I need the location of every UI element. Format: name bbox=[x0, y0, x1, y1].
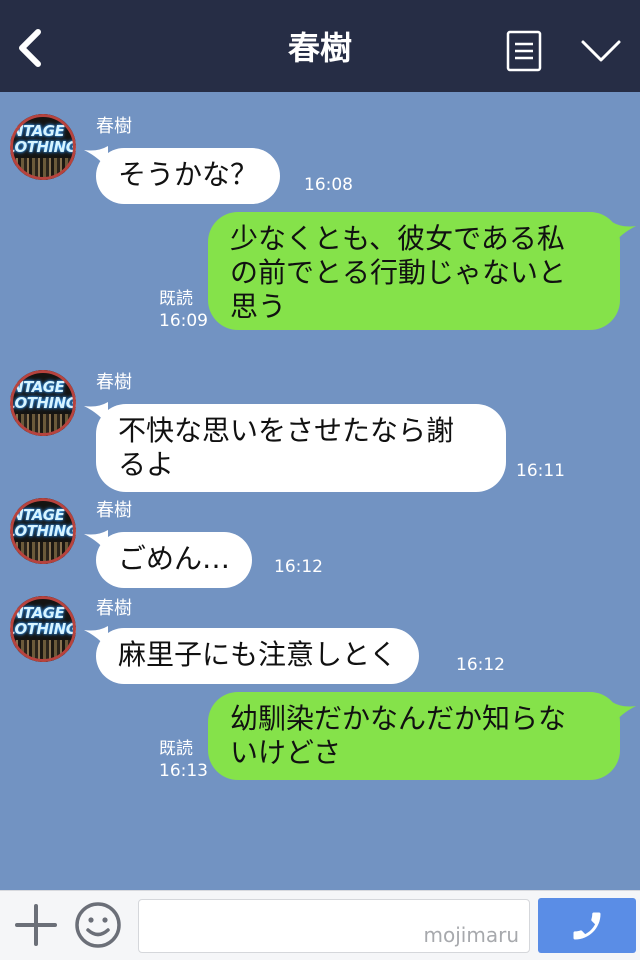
message-time: 16:08 bbox=[304, 175, 353, 195]
sender-name: 春樹 bbox=[96, 116, 132, 137]
smiley-icon bbox=[75, 902, 121, 948]
chevron-down-icon bbox=[581, 40, 621, 62]
chat-header: 春樹 bbox=[0, 0, 640, 92]
add-attachment-button[interactable] bbox=[14, 903, 58, 947]
message-time: 16:12 bbox=[274, 557, 323, 577]
message-bubble-mine[interactable]: 幼馴染だかなんだか知らな いけどさ bbox=[208, 692, 620, 780]
avatar[interactable]: INTAGE LOTHING bbox=[10, 596, 76, 662]
message-bubble-theirs[interactable]: 麻里子にも注意しとく bbox=[96, 628, 420, 684]
avatar[interactable]: INTAGE LOTHING bbox=[10, 498, 76, 564]
read-receipt: 既読 bbox=[159, 289, 193, 309]
message-time: 16:13 bbox=[159, 761, 208, 781]
message-bubble-mine[interactable]: 少なくとも、彼女である私 の前でとる行動じゃないと 思う bbox=[208, 212, 620, 330]
sender-name: 春樹 bbox=[96, 598, 132, 619]
avatar[interactable]: INTAGE LOTHING bbox=[10, 370, 76, 436]
emoji-button[interactable] bbox=[74, 901, 122, 949]
chat-title: 春樹 bbox=[287, 29, 352, 67]
avatar-frame bbox=[10, 370, 76, 436]
call-button[interactable] bbox=[538, 898, 636, 953]
message-input[interactable] bbox=[138, 899, 530, 953]
phone-icon bbox=[573, 912, 601, 940]
avatar[interactable]: INTAGE LOTHING bbox=[10, 114, 76, 180]
message-time: 16:12 bbox=[456, 655, 505, 675]
note-icon bbox=[506, 30, 542, 72]
avatar-frame bbox=[10, 498, 76, 564]
message-input-bar bbox=[0, 890, 640, 960]
avatar-frame bbox=[10, 114, 76, 180]
memo-button[interactable] bbox=[506, 30, 542, 72]
message-bubble-theirs[interactable]: そうかな？ bbox=[96, 148, 281, 204]
message-time: 16:11 bbox=[516, 461, 565, 481]
sender-name: 春樹 bbox=[96, 500, 132, 521]
message-bubble-theirs[interactable]: 不快な思いをさせたなら謝 るよ bbox=[96, 404, 506, 492]
sender-name: 春樹 bbox=[96, 372, 132, 393]
menu-toggle-button[interactable] bbox=[580, 36, 622, 66]
chat-area[interactable]: INTAGE LOTHING 春樹 そうかな？ 16:08 少なくとも、彼女であ… bbox=[0, 92, 640, 890]
avatar-frame bbox=[10, 596, 76, 662]
message-time: 16:09 bbox=[159, 311, 208, 331]
read-receipt: 既読 bbox=[159, 739, 193, 759]
message-bubble-theirs[interactable]: ごめん… bbox=[96, 532, 253, 588]
plus-icon bbox=[15, 904, 57, 946]
